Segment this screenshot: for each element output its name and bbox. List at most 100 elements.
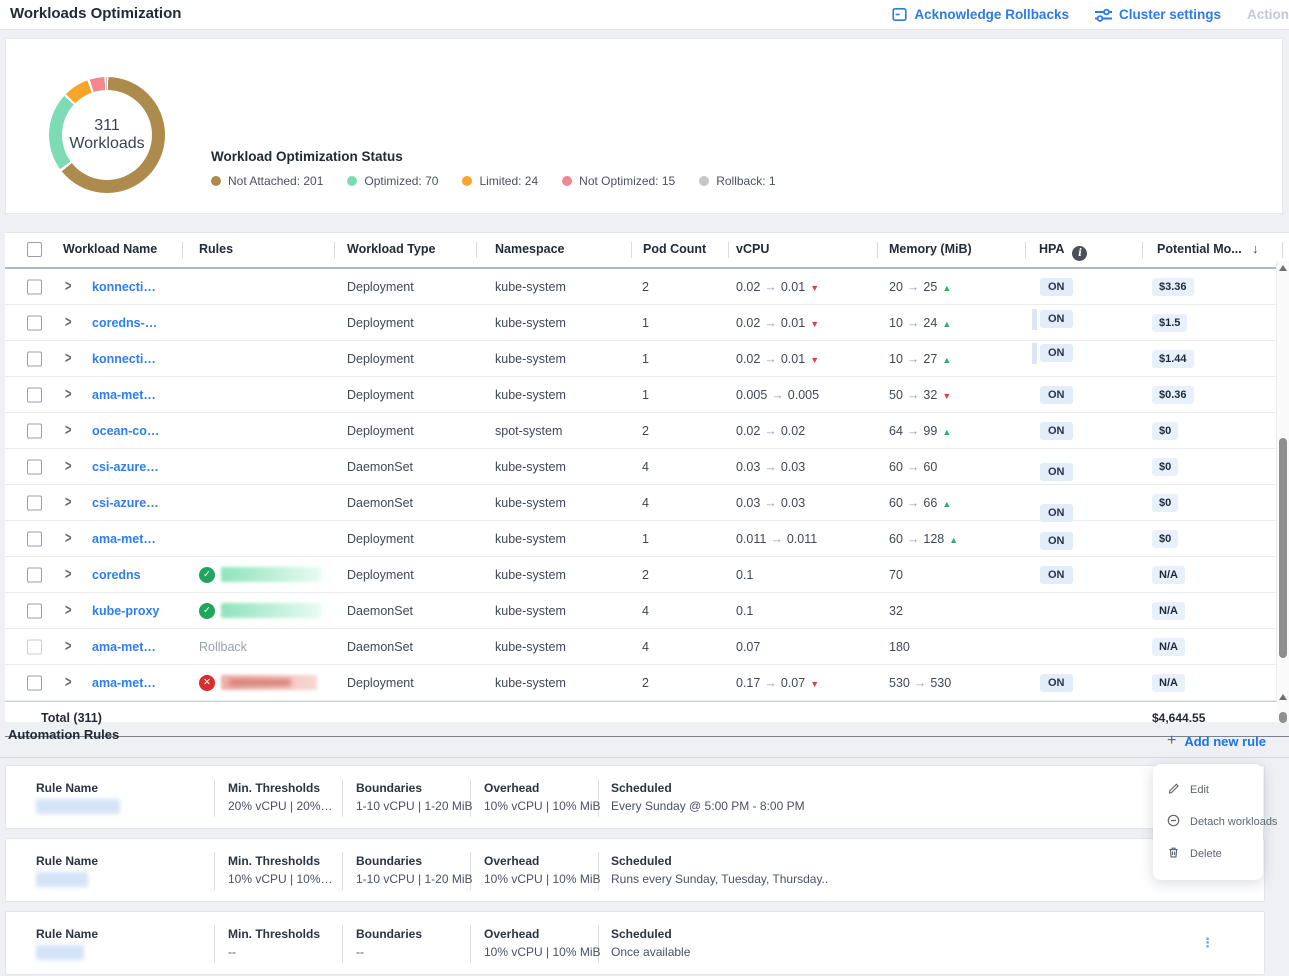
header-separator	[631, 242, 632, 258]
workload-name-link[interactable]: ama-met…	[92, 676, 156, 690]
scheduled-value: Once available	[611, 945, 690, 959]
workload-name-link[interactable]: ama-met…	[92, 640, 156, 654]
scrollbar-thumb[interactable]	[1279, 712, 1287, 723]
cluster-settings-button[interactable]: Cluster settings	[1095, 7, 1221, 22]
expand-chevron-icon[interactable]: >	[65, 386, 71, 403]
row-checkbox[interactable]	[27, 351, 42, 366]
vcpu-to: 0.07	[781, 676, 805, 690]
row-checkbox[interactable]	[27, 495, 42, 510]
header-separator	[476, 242, 477, 258]
scrollbar-thumb[interactable]	[1279, 438, 1287, 658]
namespace: kube-system	[495, 496, 566, 510]
memory-value: 10→24▲	[889, 316, 951, 330]
row-checkbox[interactable]	[27, 603, 42, 618]
workload-name-link[interactable]: kube-proxy	[92, 604, 159, 618]
arrow-right-icon: →	[903, 496, 924, 510]
hpa-cell: ON	[1040, 278, 1073, 296]
add-new-rule-button[interactable]: + Add new rule	[1167, 732, 1266, 750]
col-pod-count[interactable]: Pod Count	[643, 242, 706, 256]
vcpu-to: 0.01	[781, 352, 805, 366]
rule-name-label: Rule Name	[36, 927, 98, 941]
expand-chevron-icon[interactable]: >	[65, 314, 71, 331]
arrow-right-icon: →	[760, 676, 781, 690]
header-separator	[1142, 242, 1143, 258]
arrow-right-icon: →	[760, 280, 781, 294]
col-vcpu[interactable]: vCPU	[736, 242, 769, 256]
legend-item-optimized: Optimized: 70	[347, 174, 438, 188]
expand-chevron-icon[interactable]: >	[65, 458, 71, 475]
expand-chevron-icon[interactable]: >	[65, 422, 71, 439]
menu-item-detach-workloads[interactable]: Detach workloads	[1153, 806, 1263, 838]
workload-name-link[interactable]: ama-met…	[92, 388, 156, 402]
top-bar: Workloads Optimization Acknowledge Rollb…	[0, 0, 1289, 30]
expand-chevron-icon[interactable]: >	[65, 602, 71, 619]
expand-chevron-icon[interactable]: >	[65, 566, 71, 583]
expand-chevron-icon[interactable]: >	[65, 278, 71, 295]
workload-name-link[interactable]: csi-azure…	[92, 496, 159, 510]
col-workload-type[interactable]: Workload Type	[347, 242, 435, 256]
expand-chevron-icon[interactable]: >	[65, 350, 71, 367]
workload-name-link[interactable]: ocean-co…	[92, 424, 159, 438]
hpa-info-icon[interactable]: i	[1072, 246, 1087, 261]
col-potential[interactable]: Potential Mo...	[1157, 242, 1242, 256]
potential-cell: N/A	[1152, 602, 1185, 620]
scroll-up-arrow-icon[interactable]	[1279, 265, 1287, 271]
potential-cell: $0	[1152, 494, 1178, 512]
memory-value: 50→32▼	[889, 388, 951, 402]
hpa-on-badge: ON	[1040, 278, 1073, 296]
row-checkbox[interactable]	[27, 279, 42, 294]
col-workload-name[interactable]: Workload Name	[63, 242, 157, 256]
scroll-up-arrow-icon[interactable]	[1279, 694, 1287, 700]
select-all-checkbox[interactable]	[27, 242, 42, 257]
pod-count: 2	[642, 280, 649, 294]
row-checkbox[interactable]	[27, 459, 42, 474]
workload-name-link[interactable]: ama-met…	[92, 532, 156, 546]
potential-savings-badge: $0	[1152, 422, 1178, 440]
memory-from: 70	[889, 568, 903, 582]
workload-name-link[interactable]: konnecti…	[92, 352, 156, 366]
total-row-scrollbar[interactable]	[1277, 690, 1289, 723]
memory-from: 180	[889, 640, 910, 654]
acknowledge-rollbacks-button[interactable]: Acknowledge Rollbacks	[892, 7, 1069, 22]
workload-name-link[interactable]: coredns	[92, 568, 141, 582]
menu-item-edit[interactable]: Edit	[1153, 774, 1263, 806]
row-checkbox[interactable]	[27, 387, 42, 402]
vcpu-to: 0.01	[781, 316, 805, 330]
table-row: >konnecti…Deploymentkube-system20.02→0.0…	[5, 269, 1289, 305]
workload-name-link[interactable]: konnecti…	[92, 280, 156, 294]
hpa-cell: ON	[1040, 344, 1073, 362]
header-separator	[728, 242, 729, 258]
sort-desc-icon[interactable]: ↓	[1252, 241, 1259, 256]
memory-value: 530→530	[889, 676, 951, 690]
rule-kebab-menu-icon[interactable]: ⋮	[1201, 935, 1214, 951]
vcpu-value: 0.1	[736, 604, 753, 618]
automation-rule-card: Rule NameMin. Thresholds20% vCPU | 20%…B…	[5, 765, 1265, 829]
menu-item-delete[interactable]: Delete	[1153, 838, 1263, 870]
expand-chevron-icon[interactable]: >	[65, 494, 71, 511]
workload-name-link[interactable]: coredns-…	[92, 316, 157, 330]
header-separator	[1025, 242, 1026, 258]
workload-name-link[interactable]: csi-azure…	[92, 460, 159, 474]
row-checkbox[interactable]	[27, 639, 42, 654]
expand-chevron-icon[interactable]: >	[65, 674, 71, 691]
pod-count: 4	[642, 640, 649, 654]
col-namespace[interactable]: Namespace	[495, 242, 565, 256]
pod-count: 1	[642, 352, 649, 366]
field-separator	[470, 925, 471, 963]
expand-chevron-icon[interactable]: >	[65, 638, 71, 655]
table-vertical-scrollbar[interactable]	[1276, 261, 1289, 701]
row-checkbox[interactable]	[27, 315, 42, 330]
col-memory[interactable]: Memory (MiB)	[889, 242, 972, 256]
table-body: >konnecti…Deploymentkube-system20.02→0.0…	[5, 269, 1289, 701]
row-checkbox[interactable]	[27, 567, 42, 582]
row-checkbox[interactable]	[27, 531, 42, 546]
rule-name-redacted	[221, 603, 321, 618]
row-checkbox[interactable]	[27, 423, 42, 438]
col-hpa[interactable]: HPAi	[1039, 242, 1087, 261]
action-button[interactable]: Action	[1247, 7, 1289, 22]
memory-value: 32	[889, 604, 903, 618]
col-rules[interactable]: Rules	[199, 242, 233, 256]
row-checkbox[interactable]	[27, 675, 42, 690]
cluster-settings-icon	[1095, 8, 1112, 22]
expand-chevron-icon[interactable]: >	[65, 530, 71, 547]
